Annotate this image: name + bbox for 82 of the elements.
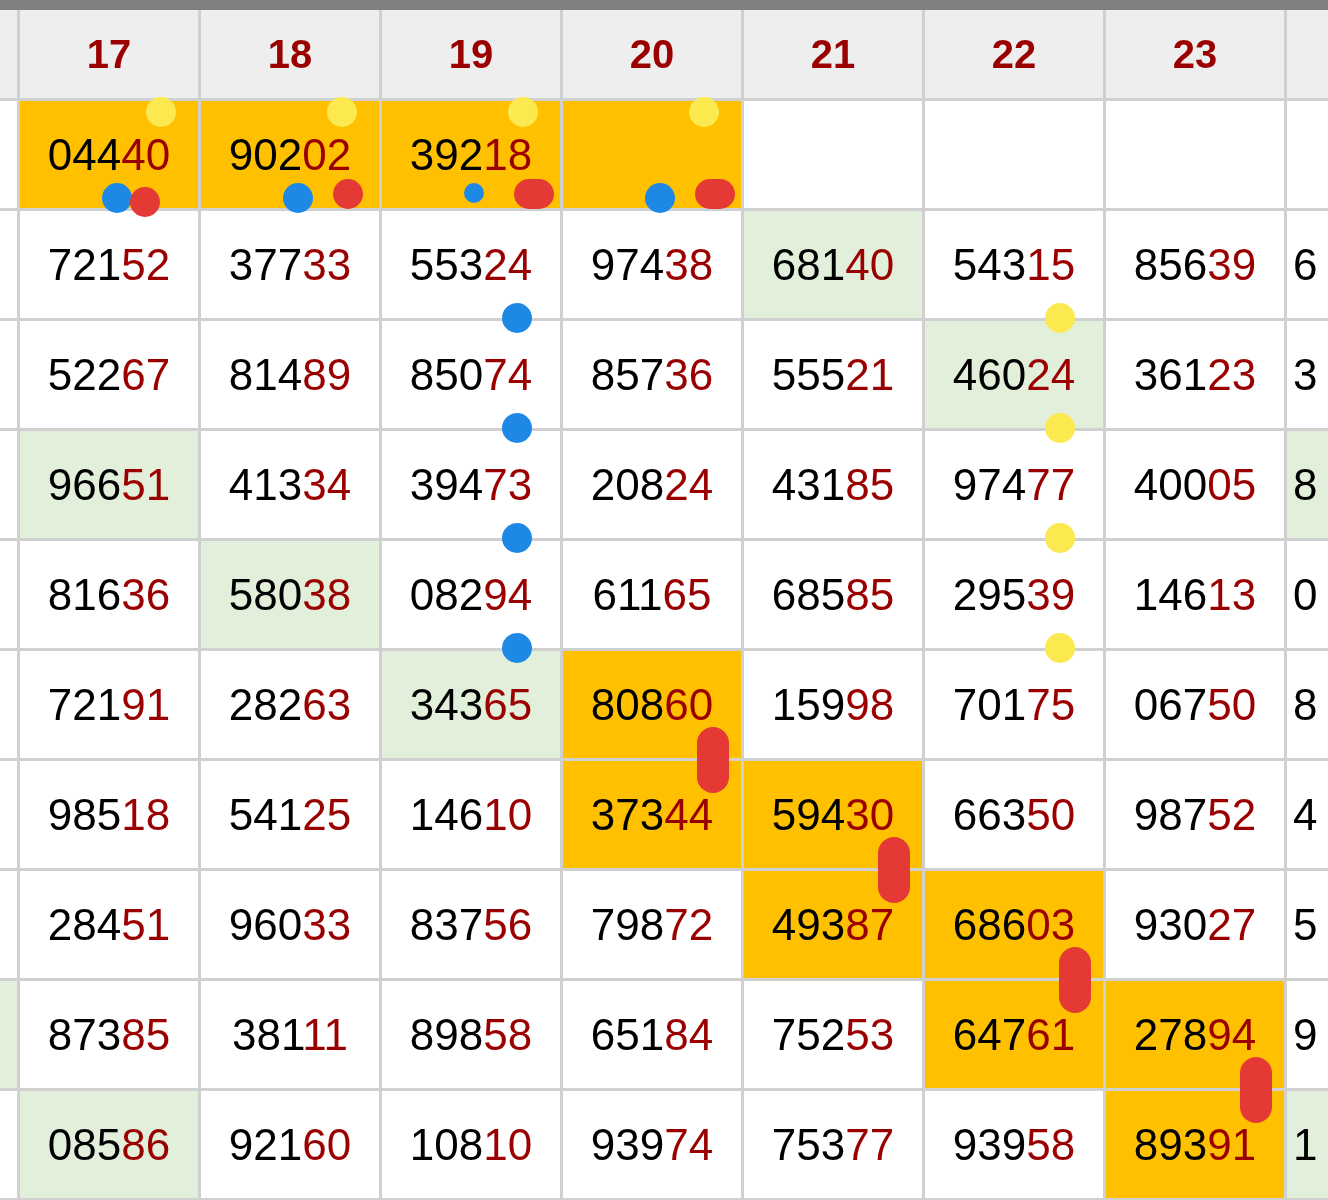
cell-value: 20824 bbox=[590, 462, 714, 507]
cell-value: 96033 bbox=[228, 902, 352, 947]
cell-value: 98752 bbox=[1133, 792, 1257, 837]
cell-value: 97477 bbox=[952, 462, 1076, 507]
cell-value: 81489 bbox=[228, 352, 352, 397]
cell-value: 96651 bbox=[47, 462, 171, 507]
cell-value: 83756 bbox=[409, 902, 533, 947]
cell-value: 70175 bbox=[952, 682, 1076, 727]
cell-value: 40005 bbox=[1133, 462, 1257, 507]
cell-value: 37344 bbox=[590, 792, 714, 837]
cell-value: 81636 bbox=[47, 572, 171, 617]
cell-value: 38111 bbox=[232, 1012, 348, 1057]
cell-value: 58038 bbox=[228, 572, 352, 617]
cell-value: 92160 bbox=[228, 1122, 352, 1167]
column-header: 22 bbox=[991, 31, 1037, 78]
cell-value: 1 bbox=[1293, 1122, 1318, 1167]
cell-value: 59430 bbox=[771, 792, 895, 837]
column-header: 19 bbox=[448, 31, 494, 78]
cell-value: 29539 bbox=[952, 572, 1076, 617]
cell-value: 93974 bbox=[590, 1122, 714, 1167]
cell-value: 55324 bbox=[409, 242, 533, 287]
cell-value: 98518 bbox=[47, 792, 171, 837]
cell-value: 72191 bbox=[47, 682, 171, 727]
cell-value: 6 bbox=[1293, 242, 1318, 287]
cell-value: 89391 bbox=[1133, 1122, 1257, 1167]
cell-value: 55521 bbox=[771, 352, 895, 397]
cell-value: 06750 bbox=[1133, 682, 1257, 727]
cell-value: 85736 bbox=[590, 352, 714, 397]
cell-value: 54315 bbox=[952, 242, 1076, 287]
cell-value: 66350 bbox=[952, 792, 1076, 837]
cell-value: 89858 bbox=[409, 1012, 533, 1057]
column-header: 23 bbox=[1172, 31, 1218, 78]
cell-value: 3 bbox=[1293, 352, 1318, 397]
cell-value: 27894 bbox=[1133, 1012, 1257, 1057]
cell-value: 08586 bbox=[47, 1122, 171, 1167]
cell-value: 8 bbox=[1293, 462, 1318, 507]
cell-value: 14610 bbox=[409, 792, 533, 837]
cell-value: 08294 bbox=[409, 572, 533, 617]
cell-value: 4 bbox=[1293, 792, 1318, 837]
cell-value: 0 bbox=[1293, 572, 1318, 617]
cell-value: 85074 bbox=[409, 352, 533, 397]
cell-value: 28263 bbox=[228, 682, 352, 727]
column-header: 18 bbox=[267, 31, 313, 78]
cell-value: 64761 bbox=[952, 1012, 1076, 1057]
cell-value: 93027 bbox=[1133, 902, 1257, 947]
cell-value: 85639 bbox=[1133, 242, 1257, 287]
cell-value: 90202 bbox=[228, 132, 352, 177]
cell-value: 68603 bbox=[952, 902, 1076, 947]
cell-value: 65184 bbox=[590, 1012, 714, 1057]
cell-value: 41334 bbox=[228, 462, 352, 507]
column-header: 17 bbox=[86, 31, 132, 78]
cell-value: 61165 bbox=[592, 572, 712, 617]
cell-value: 28451 bbox=[47, 902, 171, 947]
cell-value: 14613 bbox=[1133, 572, 1257, 617]
cell-value: 43185 bbox=[771, 462, 895, 507]
cell-value: 75253 bbox=[771, 1012, 895, 1057]
cell-value: 75377 bbox=[771, 1122, 895, 1167]
column-header: 21 bbox=[810, 31, 856, 78]
cell-value: 04440 bbox=[47, 132, 171, 177]
cell-value: 80860 bbox=[590, 682, 714, 727]
cell-value: 34365 bbox=[409, 682, 533, 727]
cell-value: 79872 bbox=[590, 902, 714, 947]
cell-value: 39218 bbox=[409, 132, 533, 177]
cell-value: 8 bbox=[1293, 682, 1318, 727]
cell-value: 15998 bbox=[771, 682, 895, 727]
cell-value: 97438 bbox=[590, 242, 714, 287]
cell-value: 46024 bbox=[952, 352, 1076, 397]
cell-value: 49387 bbox=[771, 902, 895, 947]
cell-value: 52267 bbox=[47, 352, 171, 397]
cell-value: 37733 bbox=[228, 242, 352, 287]
column-header: 20 bbox=[629, 31, 675, 78]
cell-value: 9 bbox=[1293, 1012, 1318, 1057]
cell-value: 93958 bbox=[952, 1122, 1076, 1167]
cell-value: 36123 bbox=[1133, 352, 1257, 397]
cell-value: 5 bbox=[1293, 902, 1318, 947]
cell-value: 54125 bbox=[228, 792, 352, 837]
cell-value: 72152 bbox=[47, 242, 171, 287]
cell-value: 68585 bbox=[771, 572, 895, 617]
cell-value: 10810 bbox=[409, 1122, 533, 1167]
cell-value: 39473 bbox=[409, 462, 533, 507]
cell-value: 68140 bbox=[771, 242, 895, 287]
cell-value: 87385 bbox=[47, 1012, 171, 1057]
